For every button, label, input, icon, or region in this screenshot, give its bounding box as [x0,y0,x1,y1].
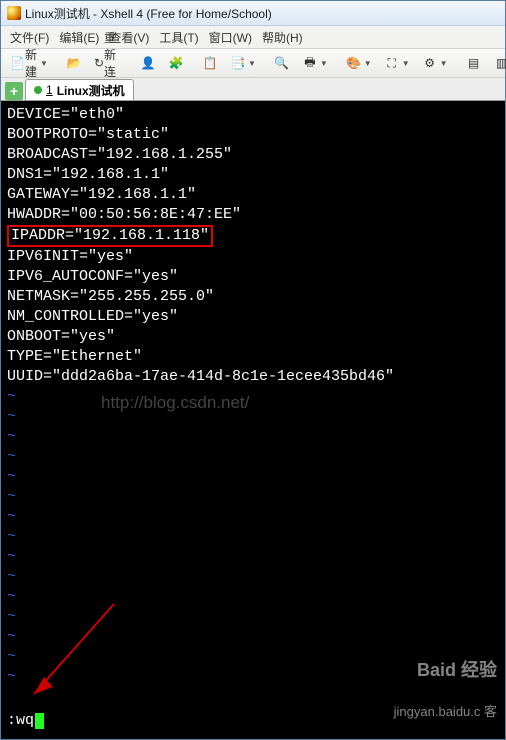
chevron-down-icon: ▼ [364,59,372,68]
vi-command: :wq [7,712,34,729]
vi-tilde: ~ [7,608,16,625]
settings-button[interactable]: ⚙▼ [417,51,453,75]
menu-window[interactable]: 窗口(W) [204,27,257,48]
tile-h-button[interactable]: ▤ [461,51,487,75]
config-line: IPV6_AUTOCONF="yes" [7,268,178,285]
vi-tilde: ~ [7,668,16,685]
vi-tilde: ~ [7,428,16,445]
vi-tilde: ~ [7,568,16,585]
open-button[interactable]: 📂 [61,51,87,75]
paste-button[interactable]: 📑▼ [225,51,261,75]
window-title: Linux测试机 - Xshell 4 (Free for Home/Schoo… [25,5,272,22]
vi-tilde: ~ [7,388,16,405]
reconnect-icon: ↻ [94,55,104,71]
new-session-label: 新建 [25,46,38,80]
watermark-brand-text: Baid 经验 [394,663,497,677]
print-icon: 🖶 [302,55,318,71]
vi-tilde: ~ [7,528,16,545]
annotation-arrow-icon [19,599,129,709]
tile-vertical-icon: ▥ [494,55,506,71]
tile-v-button[interactable]: ▥ [489,51,506,75]
title-bar: Linux测试机 - Xshell 4 (Free for Home/Schoo… [1,1,505,26]
palette-icon: 🎨 [346,55,362,71]
tile-horizontal-icon: ▤ [466,55,482,71]
tab-index: 1 [46,83,53,97]
config-line: HWADDR="00:50:56:8E:47:EE" [7,206,241,223]
fullscreen-icon: ⛶ [384,55,400,71]
vi-tilde: ~ [7,628,16,645]
config-line: TYPE="Ethernet" [7,348,142,365]
menu-tools[interactable]: 工具(T) [154,27,203,48]
copy-button[interactable]: 📋 [197,51,223,75]
color-button[interactable]: 🎨▼ [341,51,377,75]
terminal[interactable]: DEVICE="eth0" BOOTPROTO="static" BROADCA… [1,101,505,739]
config-line: BOOTPROTO="static" [7,126,169,143]
tab-bar: + 1 Linux测试机 [1,78,505,101]
paste-icon: 📑 [230,55,246,71]
add-tab-button[interactable]: + [5,82,23,100]
app-icon [7,6,21,20]
config-line-highlighted: IPADDR="192.168.1.118" [7,225,213,247]
vi-tilde: ~ [7,648,16,665]
reconnect-button[interactable]: ↻ 重新连接 [89,51,127,75]
menu-file[interactable]: 文件(F) [5,27,54,48]
config-line: ONBOOT="yes" [7,328,115,345]
cursor-icon [35,713,44,729]
folder-open-icon: 📂 [66,55,82,71]
print-button[interactable]: 🖶▼ [297,51,333,75]
transfer-icon: 🧩 [168,55,184,71]
config-line: NM_CONTROLLED="yes" [7,308,178,325]
config-line: DNS1="192.168.1.1" [7,166,169,183]
new-file-icon: 📄 [10,55,25,71]
chevron-down-icon: ▼ [402,59,410,68]
vi-command-line: :wq [7,711,44,731]
search-icon: 🔍 [274,55,290,71]
config-line: GATEWAY="192.168.1.1" [7,186,196,203]
vi-tilde: ~ [7,488,16,505]
config-line: UUID="ddd2a6ba-17ae-414d-8c1e-1ecee435bd… [7,368,394,385]
menu-edit[interactable]: 编辑(E) [54,27,104,48]
fullscreen-button[interactable]: ⛶▼ [379,51,415,75]
watermark-brand: Baid 经验 jingyan.baidu.c 客 [394,635,497,733]
menu-help[interactable]: 帮助(H) [257,27,308,48]
transfer-button[interactable]: 🧩 [163,51,189,75]
config-line: BROADCAST="192.168.1.255" [7,146,232,163]
vi-tilde: ~ [7,448,16,465]
chevron-down-icon: ▼ [248,59,256,68]
vi-tilde: ~ [7,408,16,425]
copy-icon: 📋 [202,55,218,71]
status-dot-icon [34,86,42,94]
config-line: IPV6INIT="yes" [7,248,133,265]
vi-tilde: ~ [7,468,16,485]
tab-label: Linux测试机 [57,82,125,99]
watermark-brand-sub: jingyan.baidu.c 客 [394,705,497,719]
vi-tilde: ~ [7,588,16,605]
watermark-blog: http://blog.csdn.net/ [101,393,249,413]
config-line: NETMASK="255.255.255.0" [7,288,214,305]
chevron-down-icon: ▼ [440,59,448,68]
chevron-down-icon: ▼ [320,59,328,68]
search-button[interactable]: 🔍 [269,51,295,75]
gear-icon: ⚙ [422,55,438,71]
profile-button[interactable]: 👤 [135,51,161,75]
toolbar: 📄 新建 ▼ 📂 ↻ 重新连接 👤 🧩 📋 📑▼ 🔍 🖶▼ 🎨▼ ⛶▼ ⚙▼ ▤… [1,49,505,78]
menu-bar: 文件(F) 编辑(E) 查看(V) 工具(T) 窗口(W) 帮助(H) [1,26,505,49]
vi-tilde: ~ [7,548,16,565]
chevron-down-icon: ▼ [40,59,48,68]
profile-icon: 👤 [140,55,156,71]
vi-tilde: ~ [7,508,16,525]
session-tab[interactable]: 1 Linux测试机 [25,79,134,100]
config-line: DEVICE="eth0" [7,106,124,123]
new-session-button[interactable]: 📄 新建 ▼ [5,51,53,75]
